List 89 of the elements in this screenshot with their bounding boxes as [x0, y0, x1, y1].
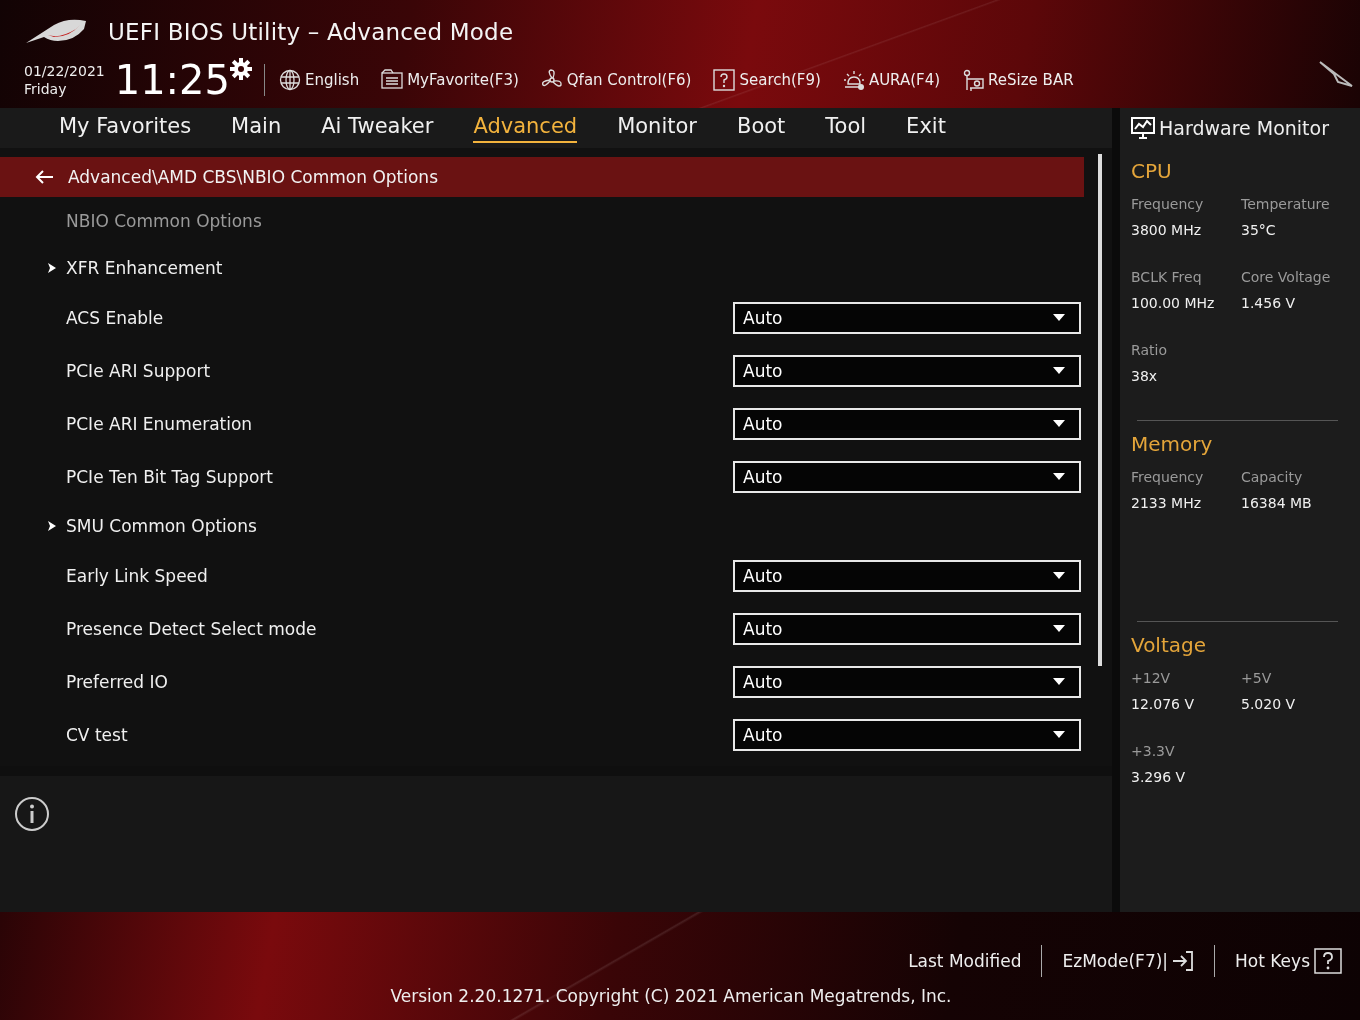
reading-label: +3.3V: [1131, 742, 1176, 761]
back-arrow-icon: [34, 169, 54, 185]
reading-value: 12.076 V: [1131, 695, 1195, 714]
globe-icon: [279, 69, 301, 91]
dropdown[interactable]: Auto: [733, 354, 1081, 387]
version-text: Version 2.20.1271. Copyright (C) 2021 American Megatrends, Inc.: [390, 986, 952, 1006]
menu-tab[interactable]: Monitor: [617, 113, 697, 143]
caret-icon: [1053, 678, 1065, 685]
reading-value: 100.00 MHz: [1131, 294, 1216, 313]
section-title: CPU: [1131, 159, 1173, 183]
toolbar-button[interactable]: ReSize BAR: [962, 69, 1074, 91]
caret-icon: [1053, 367, 1065, 374]
dropdown[interactable]: Auto: [733, 407, 1081, 440]
section-title: Memory: [1131, 432, 1214, 456]
breadcrumb-bar[interactable]: Advanced\AMD CBS\NBIO Common Options: [0, 157, 1084, 197]
menu-tab[interactable]: Main: [231, 113, 282, 143]
reading-value: 2133 MHz: [1131, 494, 1203, 513]
toolbar-button[interactable]: AURA(F4): [842, 69, 941, 91]
dropdown[interactable]: Auto: [733, 460, 1081, 493]
reading-label: Frequency: [1131, 195, 1205, 214]
menu-tab[interactable]: Exit: [906, 113, 946, 143]
setting-label: ACS Enable: [66, 307, 165, 328]
setting-label: Early Link Speed: [66, 565, 209, 586]
window-title: UEFI BIOS Utility – Advanced Mode: [108, 19, 514, 45]
setting-label: PCIe ARI Support: [66, 360, 212, 381]
settings-icon: [230, 58, 252, 80]
section-heading: NBIO Common Options: [66, 211, 262, 231]
card-icon: [962, 69, 985, 91]
caret-icon: [1053, 625, 1065, 632]
dropdown[interactable]: Auto: [733, 559, 1081, 592]
submenu-item[interactable]: XFR Enhancement: [66, 258, 223, 278]
reading-label: BCLK Freq: [1131, 268, 1203, 287]
reading-value: 35°C: [1241, 221, 1277, 240]
reading-label: Temperature: [1241, 195, 1331, 214]
caret-icon: [1053, 572, 1065, 579]
setting-label: PCIe Ten Bit Tag Support: [66, 466, 274, 487]
reading-value: 16384 MB: [1241, 494, 1313, 513]
reading-value: 5.020 V: [1241, 695, 1297, 714]
info-icon: [14, 796, 50, 832]
toolbar-button[interactable]: MyFavorite(F3): [381, 69, 519, 91]
monitor-icon: [1131, 116, 1155, 140]
footer-button[interactable]: EzMode(F7)|: [1062, 950, 1195, 972]
setting-label: PCIe ARI Enumeration: [66, 413, 254, 434]
reading-label: +12V: [1131, 669, 1172, 688]
chevron-icon: [47, 262, 57, 274]
day-text: Friday: [24, 80, 68, 98]
help-icon: [1314, 948, 1342, 974]
toolbar-button[interactable]: English: [279, 69, 360, 91]
menu-tab[interactable]: Tool: [825, 113, 867, 143]
reading-value: 1.456 V: [1241, 294, 1297, 313]
reading-label: Core Voltage: [1241, 268, 1332, 287]
caret-icon: [1053, 420, 1065, 427]
dropdown[interactable]: Auto: [733, 612, 1081, 645]
caret-icon: [1053, 314, 1065, 321]
date-text: 01/22/2021: [24, 62, 105, 80]
menu-tab[interactable]: My Favorites: [59, 113, 192, 143]
section-title: Voltage: [1131, 633, 1208, 657]
footer-button[interactable]: Last Modified: [908, 951, 1022, 971]
menu-tab[interactable]: Ai Tweaker: [321, 113, 434, 143]
lamp-icon: [842, 69, 865, 91]
setting-label: Preferred IO: [66, 671, 169, 692]
footer-button[interactable]: Hot Keys: [1235, 948, 1342, 974]
reading-value: 38x: [1131, 367, 1159, 386]
submenu-item[interactable]: SMU Common Options: [66, 516, 257, 536]
caret-icon: [1053, 731, 1065, 738]
caret-icon: [1053, 473, 1065, 480]
exit-icon: [1172, 950, 1195, 972]
setting-label: Presence Detect Select mode: [66, 618, 318, 639]
list-icon: [381, 69, 404, 91]
dropdown[interactable]: Auto: [733, 718, 1081, 751]
reading-value: 3800 MHz: [1131, 221, 1203, 240]
toolbar-button[interactable]: Qfan Control(F6): [540, 69, 692, 91]
reading-value: 3.296 V: [1131, 768, 1187, 787]
chevron-icon: [47, 520, 57, 532]
toolbar-button[interactable]: Search(F9): [713, 69, 821, 91]
reading-label: Frequency: [1131, 468, 1205, 487]
reading-label: +5V: [1241, 669, 1273, 688]
dropdown[interactable]: Auto: [733, 301, 1081, 334]
setting-label: CV test: [66, 724, 129, 745]
breadcrumb-path: Advanced\AMD CBS\NBIO Common Options: [68, 167, 438, 187]
dropdown[interactable]: Auto: [733, 665, 1081, 698]
reading-label: Ratio: [1131, 341, 1168, 360]
menu-tab[interactable]: Boot: [736, 113, 786, 143]
menu-tab[interactable]: Advanced: [473, 113, 578, 143]
clock-time: 11:25: [114, 58, 230, 102]
scrollbar[interactable]: [1098, 154, 1102, 666]
panel-title: Hardware Monitor: [1159, 117, 1329, 139]
help-icon: [713, 69, 736, 91]
reading-label: Capacity: [1241, 468, 1304, 487]
